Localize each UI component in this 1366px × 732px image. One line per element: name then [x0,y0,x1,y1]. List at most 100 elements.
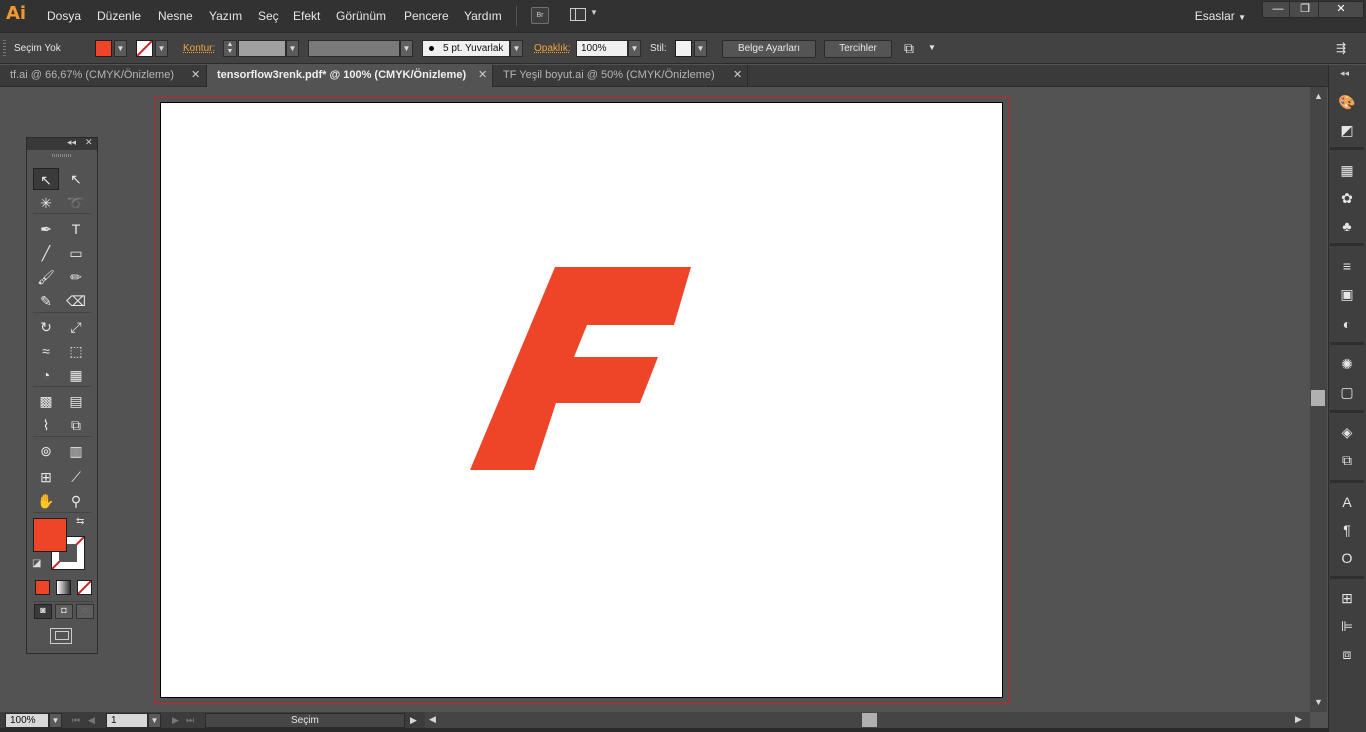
menu-yardim[interactable]: Yardım [464,9,502,23]
appearance-icon[interactable]: ✺ [1336,354,1358,374]
blob-brush-tool[interactable]: ✎ [33,290,59,312]
collapse-icon[interactable]: ◂◂ [67,137,76,148]
stroke-dropdown[interactable]: ▼ [155,40,168,57]
stroke-weight-dropdown[interactable]: ▼ [286,40,299,57]
eraser-tool[interactable]: ⌫ [63,290,89,312]
bridge-button[interactable]: Br [531,7,549,24]
mesh-tool[interactable]: ▩ [33,390,59,412]
document-setup-button[interactable]: Belge Ayarları [722,40,816,58]
stroke-label[interactable]: Kontur: [183,43,215,54]
menu-pencere[interactable]: Pencere [404,9,449,23]
artboard-number-field[interactable]: 1 [106,713,148,728]
gradient-tool[interactable]: ▤ [63,390,89,412]
scroll-right-icon[interactable]: ▶ [1295,714,1302,725]
shape-builder-tool[interactable]: ◔ [33,364,59,386]
profile-dropdown[interactable]: ▼ [400,40,413,57]
draw-normal-icon[interactable]: ◙ [34,604,52,619]
fill-dropdown[interactable]: ▼ [114,40,127,57]
zoom-tool[interactable]: ⚲ [63,490,89,512]
menu-dosya[interactable]: Dosya [47,9,81,23]
slice-tool[interactable]: ⟋ [63,466,89,488]
fill-color-swatch[interactable] [33,518,67,552]
color-mode-icon[interactable] [35,580,50,595]
tab-tf-ai[interactable]: tf.ai @ 66,67% (CMYK/Önizleme) ✕ [0,65,207,87]
color-guide-icon[interactable]: 🎨 [1336,92,1358,112]
last-artboard-icon[interactable]: ⏭ [186,715,194,726]
menu-nesne[interactable]: Nesne [158,9,193,23]
previous-artboard-icon[interactable]: ◀ [88,715,95,726]
free-transform-tool[interactable]: ⬚ [63,340,89,362]
color-icon[interactable]: ◩ [1336,120,1358,140]
paragraph-icon[interactable]: ¶ [1336,520,1358,540]
lasso-tool[interactable]: ➰ [63,192,89,214]
opacity-label[interactable]: Opaklık: [534,43,571,54]
variable-width-profile[interactable] [308,40,400,57]
stroke-icon[interactable]: ≡ [1336,256,1358,276]
opacity-field[interactable]: 100% [576,40,628,57]
tab-tensorflow3renk[interactable]: tensorflow3renk.pdf* @ 100% (CMYK/Önizle… [207,65,493,87]
f-shape[interactable] [470,267,691,470]
scale-tool[interactable]: ⤢ [63,316,89,338]
symbol-sprayer-tool[interactable]: ⊚ [33,440,59,462]
horizontal-scroll-thumb[interactable] [862,713,877,727]
letter-f-artwork[interactable] [470,267,692,471]
blend-tool[interactable]: ⧉ [63,414,89,436]
scroll-up-icon[interactable]: ▲ [1314,91,1323,101]
expand-panels-icon[interactable]: ◂◂ [1340,68,1349,79]
fill-swatch[interactable] [95,40,112,57]
column-graph-tool[interactable]: ▥ [63,440,89,462]
style-dropdown[interactable]: ▼ [694,40,707,57]
first-artboard-icon[interactable]: ⏮ [72,715,80,726]
maximize-button[interactable]: ❐ [1289,1,1321,18]
stroke-weight-stepper[interactable]: ▲ ▼ [223,40,237,57]
transform-icon[interactable]: ⊞ [1336,588,1358,608]
artboard-dropdown[interactable]: ▼ [148,713,161,728]
transparency-icon[interactable]: ◐ [1336,314,1358,334]
brush-definition[interactable]: 5 pt. Yuvarlak [422,40,510,57]
hand-tool[interactable]: ✋ [33,490,59,512]
paintbrush-tool[interactable]: 🖌 [33,266,59,288]
tab-tf-yesil-boyut[interactable]: TF Yeşil boyut.ai @ 50% (CMYK/Önizleme) … [493,65,748,87]
brushes-icon[interactable]: ✿ [1336,188,1358,208]
default-fill-stroke-icon[interactable]: ◪ [32,558,41,569]
magic-wand-tool[interactable]: ✳ [33,192,59,214]
graphic-style-swatch[interactable] [675,40,692,57]
arrange-objects-icon[interactable]: ⧉ [904,40,914,57]
close-icon[interactable]: ✕ [733,65,742,86]
gradient-mode-icon[interactable] [56,580,71,595]
scroll-down-icon[interactable]: ▼ [1314,697,1323,707]
pen-tool[interactable]: ✒ [33,218,59,240]
symbols-icon[interactable]: ♣ [1336,216,1358,236]
panel-menu-icon[interactable]: ⇶ [1336,41,1346,55]
draw-inside-icon[interactable]: ◌ [76,604,94,619]
align-icon[interactable]: ⊫ [1336,616,1358,636]
stroke-swatch[interactable] [136,40,153,57]
none-mode-icon[interactable] [77,580,92,595]
opentype-icon[interactable]: O [1336,548,1358,568]
zoom-field[interactable]: 100% [5,713,49,728]
opacity-dropdown[interactable]: ▼ [628,40,641,57]
close-button[interactable]: ✕ [1318,1,1364,18]
draw-behind-icon[interactable]: ◘ [55,604,73,619]
eyedropper-tool[interactable]: ⌇ [33,414,59,436]
line-segment-tool[interactable]: ╱ [33,242,59,264]
vertical-scroll-thumb[interactable] [1311,390,1325,406]
close-icon[interactable]: ✕ [85,137,93,148]
artboards-icon[interactable]: ⧉ [1336,450,1358,470]
close-icon[interactable]: ✕ [478,65,487,86]
screen-mode-icon[interactable] [50,628,72,644]
brush-dropdown[interactable]: ▼ [510,40,523,57]
stroke-weight-field[interactable] [238,40,286,57]
status-info[interactable]: Seçim [205,713,405,728]
close-icon[interactable]: ✕ [191,65,200,86]
zoom-dropdown[interactable]: ▼ [49,713,62,728]
menu-sec[interactable]: Seç [258,9,279,23]
tools-panel-header[interactable]: ◂◂ ✕ [27,137,97,150]
rectangle-tool[interactable]: ▭ [63,242,89,264]
menu-duzenle[interactable]: Düzenle [97,9,141,23]
next-artboard-icon[interactable]: ▶ [172,715,179,726]
perspective-grid-tool[interactable]: ▦ [63,364,89,386]
arrange-documents-button[interactable]: ▼ [570,7,598,24]
rotate-tool[interactable]: ↻ [33,316,59,338]
scroll-left-icon[interactable]: ◀ [429,714,436,725]
